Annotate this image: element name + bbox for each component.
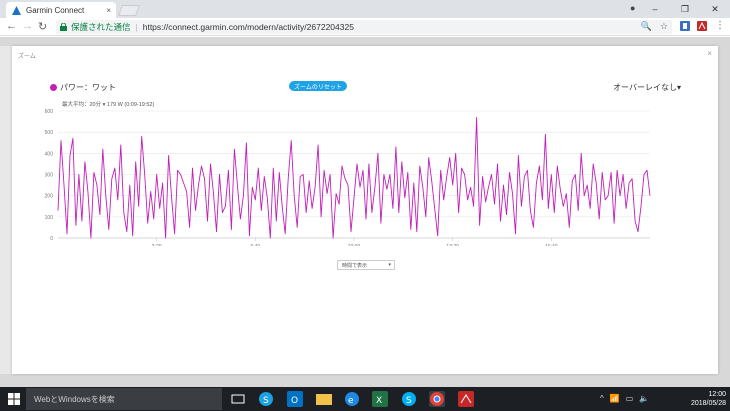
address-bar[interactable]: 保護された通信 | https://connect.garmin.com/mod…: [56, 20, 672, 34]
outlook-icon[interactable]: O: [287, 391, 303, 407]
menu-dots-icon[interactable]: ⋮: [715, 20, 725, 31]
excel-icon[interactable]: X: [372, 391, 388, 407]
chevron-down-icon: ▾: [388, 262, 391, 268]
clock[interactable]: 12:00 2018/05/28: [691, 390, 726, 408]
clock-date: 2018/05/28: [690, 400, 726, 407]
svg-text:O: O: [291, 396, 298, 406]
svg-text:e: e: [348, 396, 354, 406]
y-tick-label: 400: [45, 151, 54, 157]
new-tab-button[interactable]: [117, 5, 141, 16]
extension-pdf-icon[interactable]: [697, 21, 707, 31]
svg-text:S: S: [406, 396, 412, 406]
series-color-dot: [50, 84, 57, 91]
page-sidebar-fragment: [0, 46, 12, 374]
acrobat-icon[interactable]: [458, 391, 474, 407]
modal-title: ズーム: [18, 54, 36, 60]
taskbar-search-input[interactable]: WebとWindowsを検索: [26, 388, 222, 410]
browser-tab[interactable]: Garmin Connect ×: [6, 2, 116, 18]
x-tick-label: 6:40: [250, 244, 260, 246]
zoom-modal: ズーム × パワー：ワット ズームのリセット オーバーレイなし▾ 最大平均：20…: [12, 46, 718, 374]
skype-icon[interactable]: S: [258, 391, 274, 407]
omnibox-icons: 🔍 ☆: [641, 21, 668, 32]
window-controls: – ❐ ✕: [640, 0, 730, 18]
power-series-line: [57, 116, 651, 239]
back-icon[interactable]: ←: [6, 20, 17, 32]
edge-icon[interactable]: e: [344, 391, 360, 407]
y-tick-label: 100: [45, 215, 54, 221]
modal-close-icon[interactable]: ×: [707, 49, 712, 58]
skype-business-icon[interactable]: S: [401, 391, 417, 407]
clock-time: 12:00: [708, 391, 726, 398]
browser-toolbar: ← → ↻ 保護された通信 | https://connect.garmin.c…: [0, 18, 730, 36]
x-tick-label: 16:40: [545, 244, 558, 246]
y-tick-label: 600: [45, 109, 54, 115]
windows-start-icon[interactable]: [8, 393, 20, 405]
extension-bookmark-icon[interactable]: [680, 21, 690, 31]
minimize-icon[interactable]: –: [640, 4, 670, 14]
svg-text:X: X: [376, 396, 382, 406]
tab-close-icon[interactable]: ×: [106, 6, 111, 15]
volume-icon[interactable]: 🔈: [639, 394, 649, 403]
x-tick-label: 10:00: [348, 244, 361, 246]
forward-icon[interactable]: →: [22, 20, 33, 32]
overlay-dropdown[interactable]: オーバーレイなし▾: [613, 82, 681, 93]
y-tick-label: 200: [45, 194, 54, 200]
close-window-icon[interactable]: ✕: [700, 4, 730, 15]
wifi-icon[interactable]: 📶: [610, 394, 620, 403]
time-display-select[interactable]: 時間で表示 ▾: [337, 260, 395, 270]
battery-icon[interactable]: ▭: [626, 394, 634, 403]
svg-text:S: S: [263, 396, 269, 406]
power-chart[interactable]: 0 100 200 300 400 500 600 3:20 6:40 10:00 13:20 16:…: [36, 106, 656, 246]
y-tick-label: 300: [45, 173, 54, 179]
bookmark-star-icon[interactable]: ☆: [660, 21, 668, 32]
chrome-icon[interactable]: [429, 391, 445, 407]
secure-label: 保護された通信: [71, 22, 131, 32]
lock-icon: [60, 23, 67, 31]
file-explorer-icon[interactable]: [316, 391, 332, 407]
tab-title: Garmin Connect: [26, 5, 85, 15]
chevron-up-icon[interactable]: ^: [600, 394, 604, 403]
reload-icon[interactable]: ↻: [38, 20, 47, 33]
user-profile-icon[interactable]: ●: [630, 3, 635, 13]
maximize-icon[interactable]: ❐: [670, 4, 700, 15]
reset-zoom-button[interactable]: ズームのリセット: [289, 81, 347, 91]
garmin-logo-icon: [12, 5, 21, 15]
zoom-search-icon[interactable]: 🔍: [641, 21, 652, 32]
metric-selector[interactable]: パワー：ワット: [50, 82, 116, 93]
select-label: 時間で表示: [342, 262, 368, 269]
y-tick-label: 0: [50, 236, 53, 242]
system-tray-icons: ^ 📶 ▭ 🔈: [600, 394, 649, 403]
metric-label: パワー：ワット: [60, 83, 116, 92]
url-separator: |: [135, 22, 138, 32]
x-tick-label: 13:20: [446, 244, 459, 246]
browser-titlebar: Garmin Connect × ● – ❐ ✕: [0, 0, 730, 18]
url-text: https://connect.garmin.com/modern/activi…: [142, 22, 354, 32]
y-tick-label: 500: [45, 130, 54, 136]
task-view-icon[interactable]: [230, 391, 246, 407]
x-tick-label: 3:20: [152, 244, 162, 246]
windows-taskbar: WebとWindowsを検索 S O e X S ^ 📶 ▭ 🔈 12:00 2…: [0, 387, 730, 411]
